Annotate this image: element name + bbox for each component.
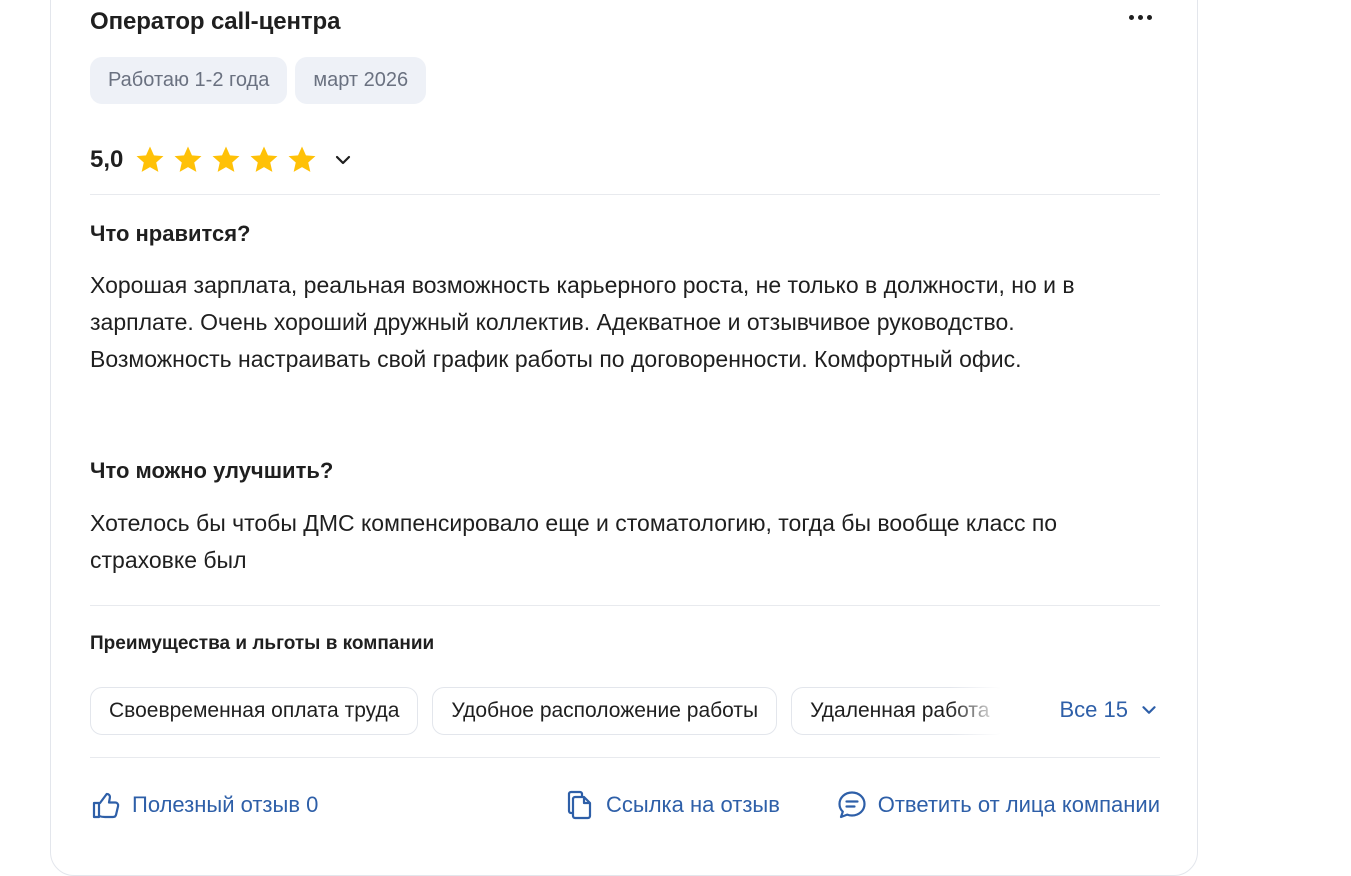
improve-heading: Что можно улучшить?	[90, 458, 334, 483]
chevron-down-icon[interactable]	[331, 148, 355, 172]
copy-link-icon	[567, 790, 592, 820]
divider	[90, 605, 1160, 606]
benefit-chips: Своевременная оплата труда Удобное распо…	[90, 687, 1010, 735]
divider	[90, 757, 1160, 758]
more-options-button[interactable]	[1120, 1, 1160, 33]
star-icon	[250, 146, 278, 172]
show-all-label: Все 15	[1059, 697, 1129, 722]
tag-experience: Работаю 1-2 года	[90, 57, 288, 104]
star-icon	[136, 146, 164, 172]
star-icon	[212, 146, 240, 172]
review-tags: Работаю 1-2 года март 2026	[90, 57, 427, 104]
thumb-up-icon	[92, 792, 120, 819]
chevron-down-icon	[1142, 706, 1156, 714]
review-title: Оператор call-центра	[90, 8, 341, 35]
benefit-chip[interactable]: Удобное расположение работы	[432, 687, 778, 735]
copy-link-label: Ссылка на отзыв	[606, 792, 780, 817]
benefits-heading: Преимущества и льготы в компании	[90, 633, 435, 654]
star-icon	[288, 146, 316, 172]
benefit-chip[interactable]: Своевременная оплата труда	[90, 687, 419, 735]
likes-heading: Что нравится?	[90, 221, 251, 246]
review-actions: Полезный отзыв 0 Ссылка на отзыв Ответит…	[90, 789, 1160, 825]
rating-value: 5,0	[90, 146, 124, 173]
copy-link-button[interactable]: Ссылка на отзыв	[564, 789, 780, 821]
divider	[90, 194, 1160, 195]
improve-text: Хотелось бы чтобы ДМС компенсировало еще…	[90, 510, 1058, 573]
review-card: Оператор call-центра Работаю 1-2 года ма…	[50, 0, 1198, 876]
helpful-label: Полезный отзыв 0	[132, 792, 319, 817]
rating-row: 5,0	[90, 141, 355, 179]
reply-label: Ответить от лица компании	[877, 792, 1160, 817]
chips-fade	[950, 687, 1010, 735]
star-icon	[174, 146, 202, 172]
show-all-benefits-button[interactable]: Все 15	[1060, 697, 1161, 723]
helpful-button[interactable]: Полезный отзыв 0	[90, 789, 318, 821]
more-horizontal-icon	[1128, 14, 1134, 20]
rating-stars	[133, 143, 319, 177]
reply-as-company-button[interactable]: Ответить от лица компании	[836, 789, 1160, 821]
chat-bubble-icon	[838, 791, 866, 819]
tag-date: март 2026	[295, 57, 427, 104]
likes-text: Хорошая зарплата, реальная возможность к…	[90, 272, 1075, 372]
